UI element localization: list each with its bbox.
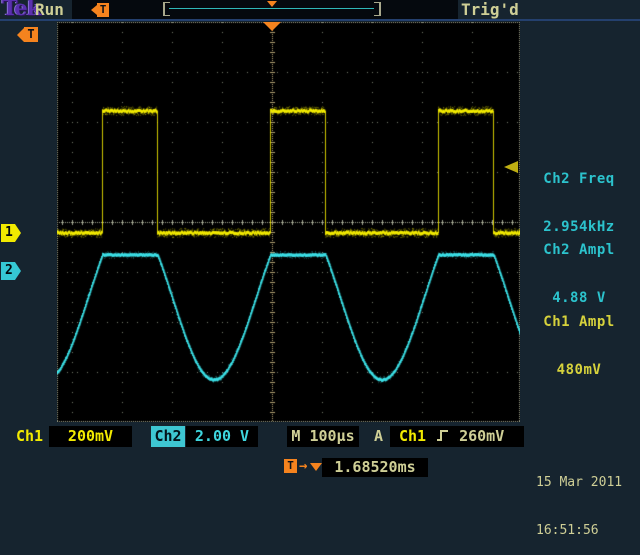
- ch1-label: Ch1: [16, 426, 43, 447]
- datetime-readout: 15 Mar 2011 16:51:56: [536, 443, 640, 555]
- oscilloscope-screen: { "top_bar": { "logo": "Tek", "acquisiti…: [0, 0, 640, 480]
- record-view-line: [169, 8, 374, 9]
- trigger-point-offscreen-icon: T: [17, 27, 38, 42]
- trigger-t-icon: T: [24, 27, 38, 42]
- waveform-canvas: [57, 22, 520, 422]
- trigger-status: Trig'd: [461, 0, 519, 19]
- timebase-label: M: [291, 427, 300, 445]
- timebase-value: 100µs: [309, 427, 354, 445]
- time-value: 16:51:56: [536, 523, 640, 539]
- measurement-label: Ch2 Ampl: [519, 242, 639, 258]
- measurement-label: Ch1 Ampl: [519, 314, 639, 330]
- trigger-t-icon: T: [97, 3, 109, 17]
- down-triangle-icon: [310, 463, 322, 471]
- rising-slope-icon: [436, 428, 449, 443]
- measurement-ch1-ampl: Ch1 Ampl 480mV: [519, 282, 639, 394]
- trigger-t-icon: T: [284, 459, 297, 473]
- top-bar-divider: [0, 19, 640, 21]
- trigger-delay-readout: 1.68520ms: [322, 458, 428, 477]
- trigger-position-marker-icon: [263, 22, 281, 31]
- record-view-position-marker-icon: [267, 1, 277, 7]
- top-status-bar: Tek Run T Trig'd: [0, 0, 640, 19]
- trigger-mode-label: A: [374, 426, 383, 447]
- trigger-source: Ch1: [399, 427, 426, 445]
- trigger-delay-icon: T: [284, 459, 297, 473]
- left-arrow-icon: [17, 28, 24, 42]
- ch2-ground-marker: 2: [1, 262, 21, 280]
- trigger-level-arrow-icon: [504, 161, 518, 173]
- trigger-readout: Ch1 260mV: [390, 426, 524, 447]
- right-arrow-icon: →: [299, 458, 307, 474]
- record-window-bracket-right: [374, 2, 381, 16]
- record-window-bracket-left: [163, 2, 170, 16]
- trigger-offscreen-left-icon: T: [91, 3, 109, 17]
- measurement-value: 480mV: [519, 362, 639, 378]
- ch2-label-badge: Ch2: [151, 426, 185, 447]
- measurement-label: Ch2 Freq: [519, 171, 639, 187]
- trigger-level-value: 260mV: [459, 427, 504, 445]
- ch1-ground-marker: 1: [1, 224, 21, 242]
- timebase-readout: M 100µs: [287, 426, 359, 447]
- record-view-background: [72, 0, 458, 19]
- ch1-scale-readout: 200mV: [49, 426, 132, 447]
- acquisition-status: Run: [35, 0, 64, 19]
- ch2-scale-readout: 2.00 V: [186, 426, 258, 447]
- date-value: 15 Mar 2011: [536, 475, 640, 491]
